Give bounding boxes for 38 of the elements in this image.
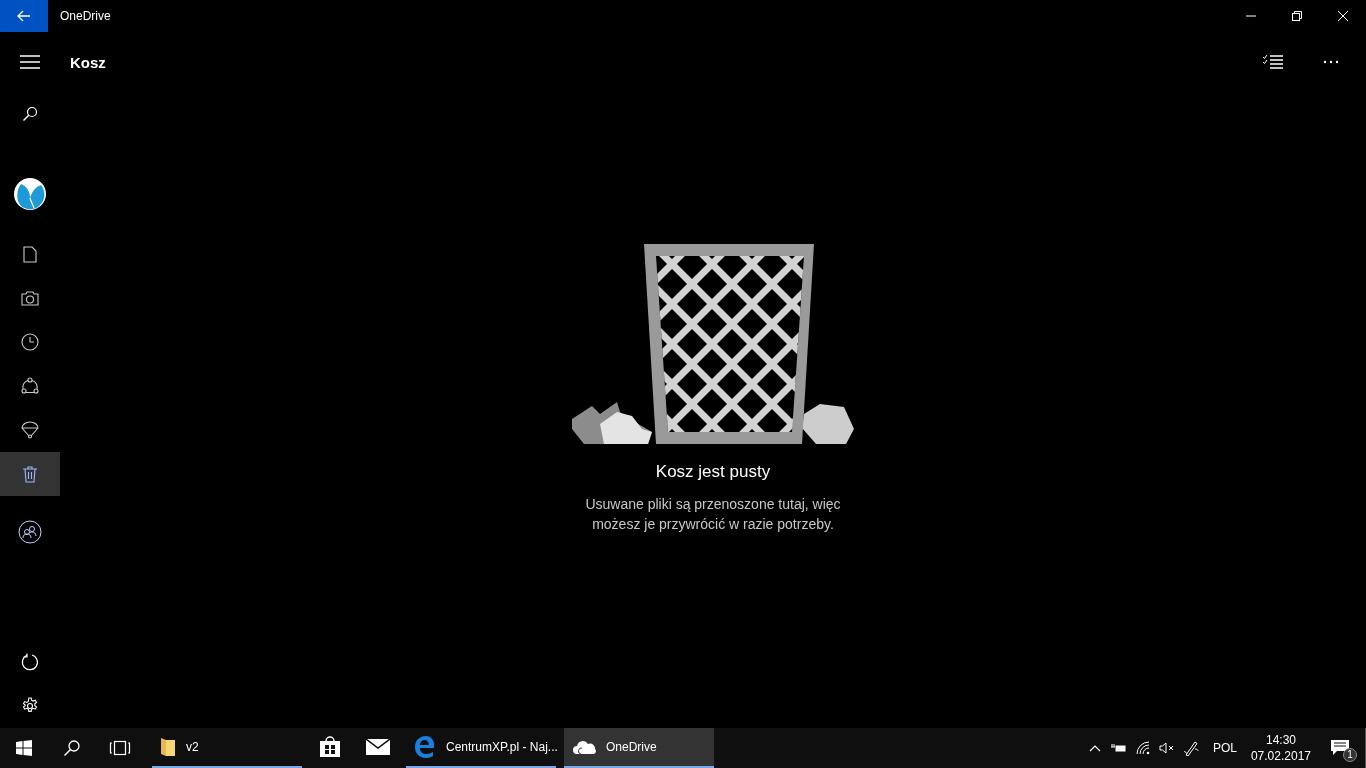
envelope-icon	[366, 739, 390, 755]
close-icon	[1337, 10, 1349, 22]
trash-icon	[23, 465, 37, 483]
empty-state-title: Kosz jest pusty	[655, 462, 771, 482]
menu-icon	[20, 55, 40, 69]
shopping-bag-icon	[319, 736, 341, 758]
document-icon	[23, 245, 37, 263]
refresh-icon	[21, 653, 39, 671]
task-view-icon	[109, 740, 131, 756]
camera-icon	[21, 290, 39, 306]
search-icon	[63, 739, 81, 757]
trash-nav-item[interactable]	[0, 452, 60, 496]
folder-icon	[160, 737, 176, 757]
window-title: OneDrive	[60, 9, 111, 23]
share-icon	[21, 377, 39, 395]
page-title: Kosz	[70, 53, 106, 71]
back-button[interactable]	[0, 0, 48, 32]
clock-button[interactable]: 14:30 07.02.2017	[1250, 732, 1311, 764]
checklist-icon	[1262, 54, 1284, 70]
people-icon	[18, 520, 42, 544]
parachute-icon	[21, 421, 39, 439]
more-icon	[1323, 60, 1339, 64]
taskbar-app-button[interactable]: OneDrive	[564, 728, 714, 768]
input-language[interactable]: POL	[1212, 741, 1237, 755]
cloud-icon	[572, 739, 596, 755]
notification-count-badge: 1	[1343, 748, 1357, 762]
windows-logo-icon	[16, 740, 32, 756]
arrow-left-icon	[17, 10, 31, 22]
search-icon	[22, 106, 38, 122]
clock-icon	[21, 333, 39, 351]
taskbar-app-button[interactable]: CentrumXP.pl - Naj...	[406, 728, 556, 768]
settings-icon	[21, 697, 39, 715]
notification-icon[interactable]	[1331, 740, 1349, 756]
account-avatar[interactable]	[14, 178, 46, 210]
browser-e-icon	[414, 736, 436, 758]
empty-state-message: Usuwane pliki są przenoszone tutaj, więc możesz je przywrócić w razie potrzeby.	[584, 495, 842, 534]
taskbar-app-button[interactable]: v2	[152, 728, 302, 768]
restore-icon	[1291, 10, 1303, 22]
